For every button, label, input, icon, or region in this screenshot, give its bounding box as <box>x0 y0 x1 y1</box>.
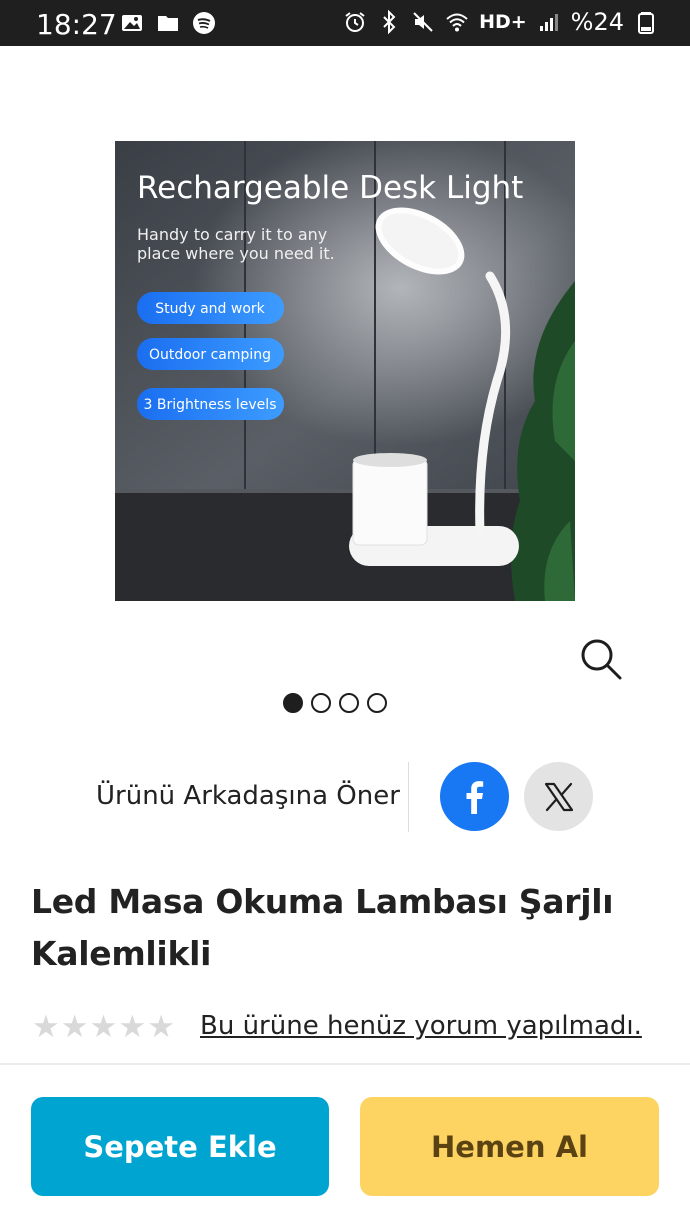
share-divider <box>408 762 409 832</box>
battery-icon <box>638 12 654 34</box>
image-icon <box>122 15 142 31</box>
magnifier-icon <box>581 639 622 680</box>
carousel-dot-4[interactable] <box>367 693 387 713</box>
mute-icon <box>413 12 433 32</box>
carousel-dot-2[interactable] <box>311 693 331 713</box>
alarm-icon <box>345 12 365 32</box>
star-icon: ★ <box>147 1009 175 1045</box>
rating-stars: ★ ★ ★ ★ ★ <box>32 1009 175 1045</box>
star-icon: ★ <box>118 1009 147 1045</box>
image-subline-2: place where you need it. <box>137 244 335 263</box>
x-icon <box>544 782 573 811</box>
battery-percent: %24 <box>570 8 624 36</box>
product-image[interactable]: Rechargeable Desk Light Handy to carry i… <box>115 141 575 601</box>
network-type: HD+ <box>479 11 527 33</box>
star-icon: ★ <box>32 1009 60 1045</box>
feature-study: Study and work <box>155 301 265 317</box>
wifi-icon <box>446 13 468 32</box>
folder-icon <box>158 16 178 31</box>
x-share-button[interactable] <box>524 762 593 831</box>
facebook-share-button[interactable] <box>440 762 509 831</box>
facebook-icon <box>466 780 483 814</box>
carousel-indicator <box>283 693 387 713</box>
add-to-cart-button[interactable]: Sepete Ekle <box>31 1097 329 1196</box>
star-icon: ★ <box>89 1009 118 1045</box>
system-status-icons: HD+ %24 <box>343 8 658 36</box>
desk-lamp-photo: Rechargeable Desk Light Handy to carry i… <box>115 141 575 601</box>
share-label: Ürünü Arkadaşına Öner <box>96 781 400 811</box>
feature-camping: Outdoor camping <box>149 347 271 363</box>
spotify-icon <box>193 12 215 34</box>
status-time: 18:27 <box>36 8 117 41</box>
image-subline-1: Handy to carry it to any <box>137 225 327 244</box>
notification-icons <box>120 11 216 35</box>
signal-icon <box>539 14 558 31</box>
feature-brightness: 3 Brightness levels <box>144 397 277 413</box>
zoom-button[interactable] <box>578 636 624 682</box>
buy-now-button[interactable]: Hemen Al <box>360 1097 659 1196</box>
image-headline: Rechargeable Desk Light <box>137 170 523 206</box>
carousel-dot-3[interactable] <box>339 693 359 713</box>
bluetooth-icon <box>383 10 396 34</box>
review-link[interactable]: Bu ürüne henüz yorum yapılmadı. <box>200 1011 642 1041</box>
status-bar: 18:27 HD+ %24 <box>0 0 690 46</box>
bottom-bar-divider <box>0 1063 690 1065</box>
product-title: Led Masa Okuma Lambası Şarjlı Kalemlikli <box>31 882 614 973</box>
carousel-dot-1[interactable] <box>283 693 303 713</box>
star-icon: ★ <box>60 1009 89 1045</box>
